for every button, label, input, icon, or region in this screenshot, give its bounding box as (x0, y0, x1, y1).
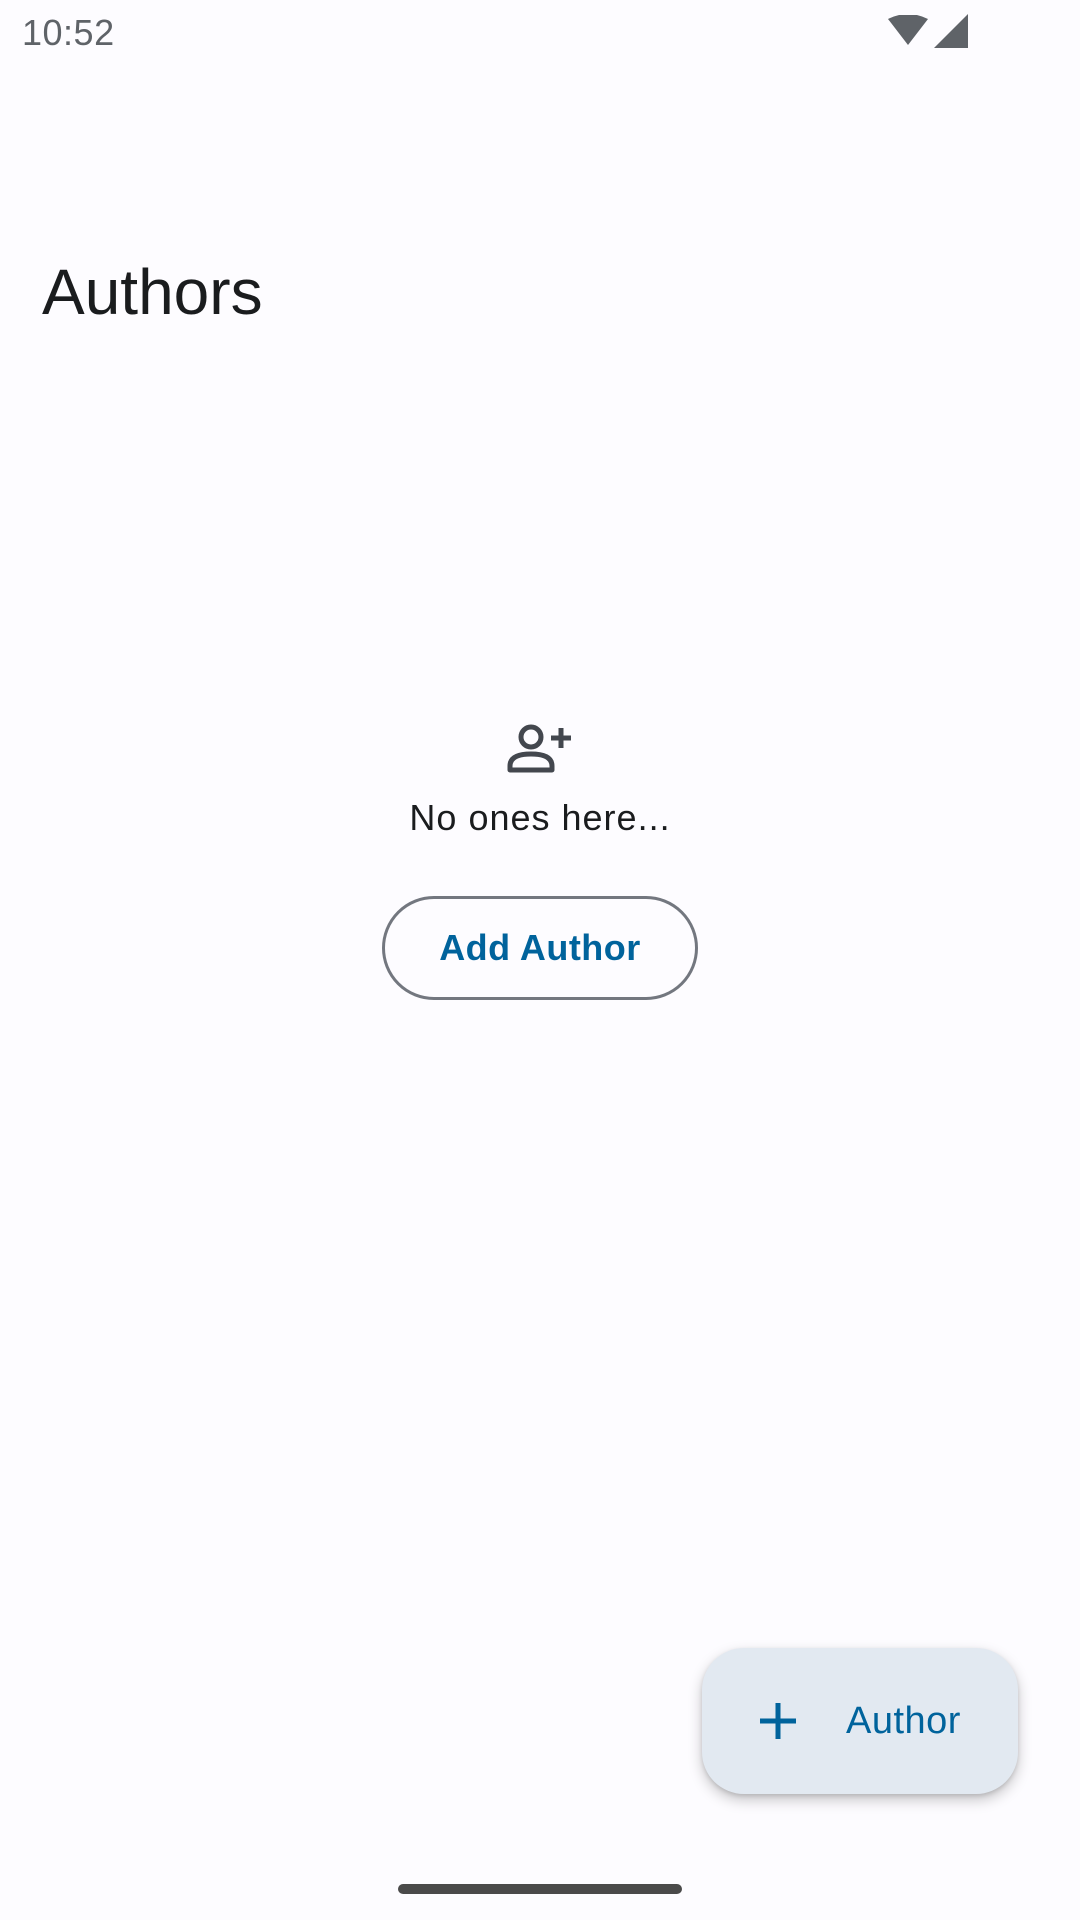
status-icons (888, 14, 968, 48)
empty-state: No ones here... Add Author (0, 722, 1080, 1000)
empty-state-message: No ones here... (409, 797, 671, 838)
wifi-icon (888, 15, 928, 47)
status-bar: 10:52 (0, 0, 1080, 64)
cellular-signal-icon (934, 14, 968, 48)
gesture-nav-handle[interactable] (398, 1884, 682, 1894)
plus-icon (754, 1697, 802, 1745)
page-title: Authors (42, 256, 263, 328)
person-add-icon (507, 722, 573, 774)
authors-screen: 10:52 Authors No ones here... Add Author… (0, 0, 1080, 1920)
fab-label: Author (846, 1699, 961, 1742)
add-author-fab[interactable]: Author (702, 1648, 1018, 1794)
status-time: 10:52 (22, 12, 115, 53)
add-author-button[interactable]: Add Author (382, 896, 698, 1000)
